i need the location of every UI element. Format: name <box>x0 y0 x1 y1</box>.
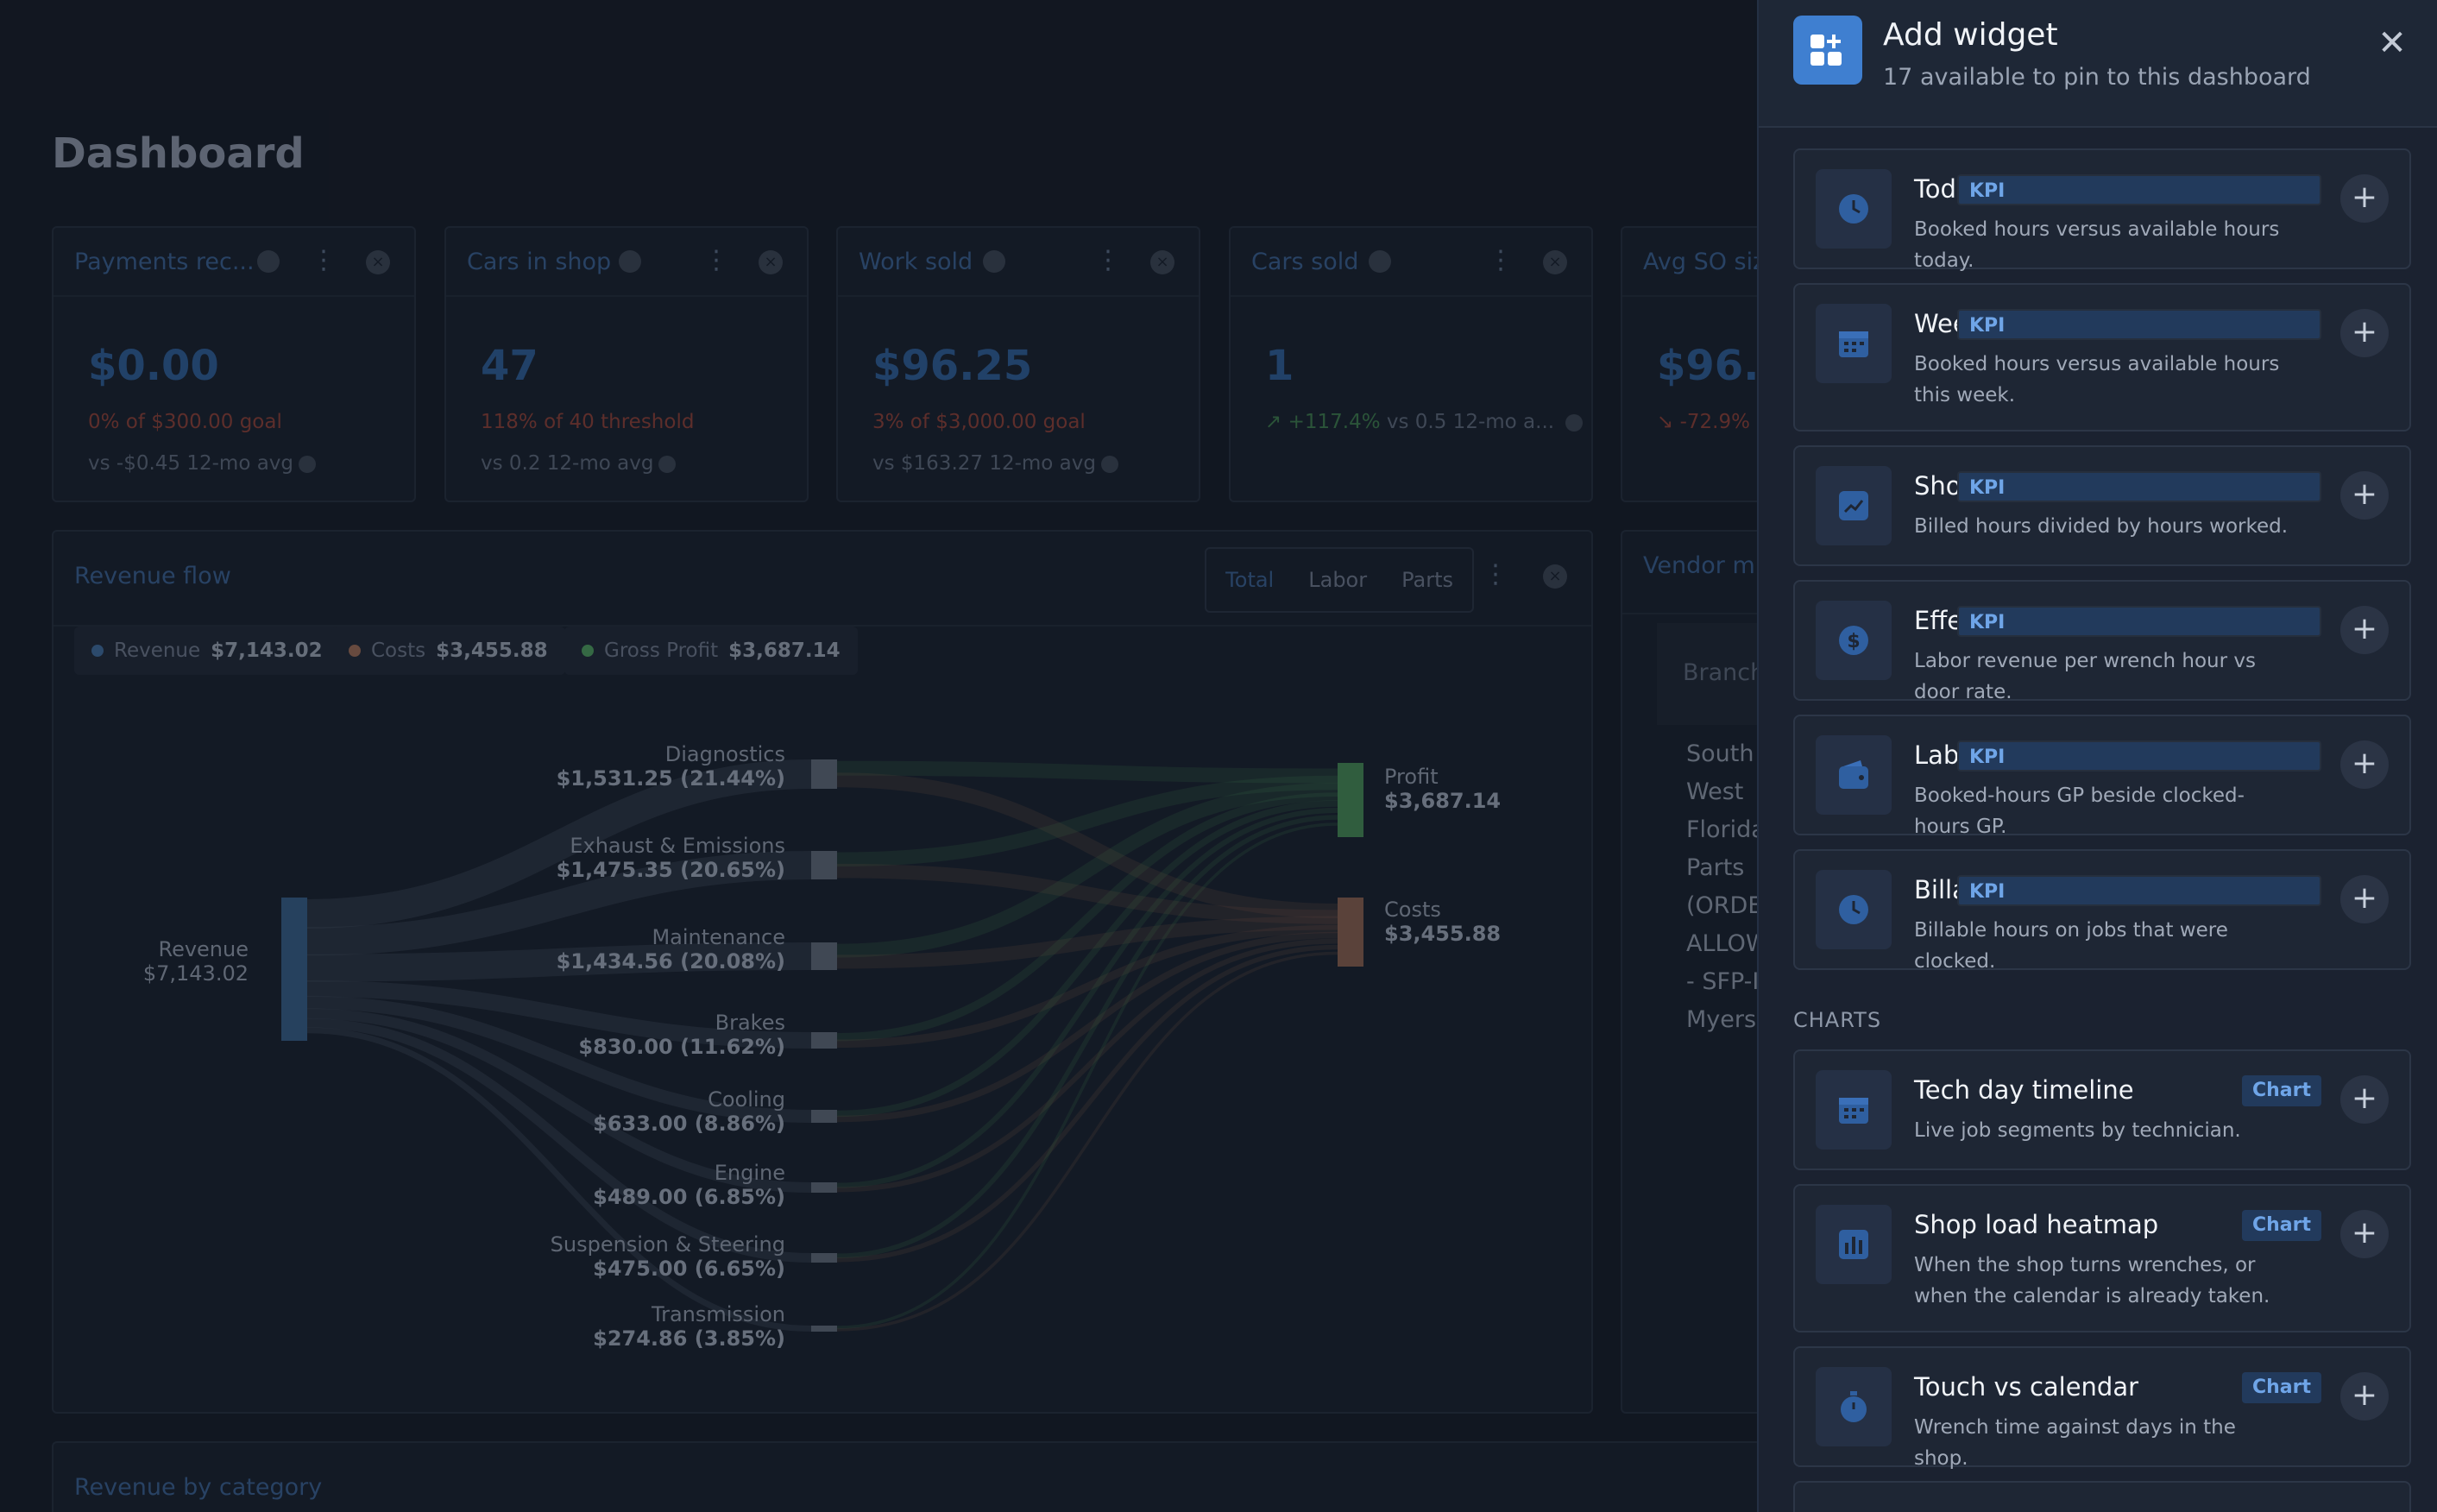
clock-icon <box>1816 870 1892 949</box>
chart-badge: Chart <box>2241 1210 2321 1241</box>
kpi-badge: KPI <box>1957 174 2321 205</box>
bar-chart-icon <box>1816 1205 1892 1284</box>
kpi-badge: KPI <box>1957 740 2321 772</box>
widget-description: Billed hours divided by hours worked. <box>1914 515 2289 538</box>
widget-card-week-capacity[interactable]: Week capacity Booked hours versus availa… <box>1793 283 2411 432</box>
widget-description: Labor revenue per wrench hour vs door ra… <box>1914 650 2256 703</box>
widget-add-icon <box>1793 16 1862 85</box>
widget-title: Shop load heatmap <box>1914 1210 2159 1239</box>
widget-card-touch-vs-calendar[interactable]: Touch vs calendar Wrench time against da… <box>1793 1346 2411 1470</box>
clock-icon <box>1816 169 1892 249</box>
kpi-badge: KPI <box>1957 309 2321 340</box>
calendar-icon <box>1816 304 1892 383</box>
chart-badge: Chart <box>2241 1075 2321 1106</box>
widget-card-labor-gp[interactable]: Labor GP Booked-hours GP beside clocked-… <box>1793 715 2411 838</box>
add-widget-button[interactable]: + <box>2340 606 2389 654</box>
backdrop-overlay[interactable] <box>0 0 1760 1512</box>
widget-card-shop-load-heatmap[interactable]: Shop load heatmap When the shop turns wr… <box>1793 1184 2411 1332</box>
svg-text:$: $ <box>1847 631 1860 652</box>
widget-card-billable-hours[interactable]: Billable hours Billable hours on jobs th… <box>1793 849 2411 973</box>
drawer-title: Add widget <box>1883 17 2058 53</box>
widget-card-shop-efficiency[interactable]: Shop efficiency Billed hours divided by … <box>1793 445 2411 566</box>
add-widget-drawer: Add widget 17 available to pin to this d… <box>1757 0 2437 1512</box>
calendar-icon <box>1816 1070 1892 1150</box>
kpi-badge: KPI <box>1957 606 2321 637</box>
widget-card-today-capacity[interactable]: Today capacity Booked hours versus avail… <box>1793 148 2411 272</box>
stopwatch-icon <box>1816 1367 1892 1446</box>
widget-description: When the shop turns wrenches, or when th… <box>1914 1254 2270 1307</box>
add-widget-button[interactable]: + <box>2340 309 2389 357</box>
add-widget-button[interactable]: + <box>2340 471 2389 520</box>
chart-badge: Chart <box>2241 1372 2321 1403</box>
widget-card-effective-labor-rate[interactable]: $ Effective labor rate Labor revenue per… <box>1793 580 2411 703</box>
trend-icon <box>1816 466 1892 545</box>
kpi-badge: KPI <box>1957 875 2321 906</box>
add-widget-button[interactable]: + <box>2340 1372 2389 1421</box>
widget-description: Billable hours on jobs that were clocked… <box>1914 919 2228 973</box>
widget-title: Touch vs calendar <box>1914 1372 2139 1402</box>
close-icon[interactable]: ✕ <box>2375 26 2409 60</box>
add-widget-button[interactable]: + <box>2340 1210 2389 1258</box>
kpi-badge: KPI <box>1957 471 2321 502</box>
widget-card-partial[interactable] <box>1793 1481 2411 1512</box>
dollar-icon: $ <box>1816 601 1892 680</box>
add-widget-button[interactable]: + <box>2340 875 2389 923</box>
widget-description: Wrench time against days in the shop. <box>1914 1416 2236 1470</box>
widget-description: Booked-hours GP beside clocked-hours GP. <box>1914 784 2245 838</box>
widget-description: Live job segments by technician. <box>1914 1119 2241 1142</box>
widget-description: Booked hours versus available hours toda… <box>1914 218 2280 272</box>
widget-card-tech-day-timeline[interactable]: Tech day timeline Live job segments by t… <box>1793 1049 2411 1170</box>
add-widget-button[interactable]: + <box>2340 1075 2389 1124</box>
drawer-subtitle: 17 available to pin to this dashboard <box>1883 64 2311 91</box>
section-label-charts: CHARTS <box>1793 1008 1882 1032</box>
widget-title: Tech day timeline <box>1914 1075 2134 1105</box>
add-widget-button[interactable]: + <box>2340 740 2389 789</box>
widget-description: Booked hours versus available hours this… <box>1914 353 2280 406</box>
wallet-icon <box>1816 735 1892 815</box>
add-widget-button[interactable]: + <box>2340 174 2389 223</box>
drawer-header: Add widget 17 available to pin to this d… <box>1759 0 2437 128</box>
